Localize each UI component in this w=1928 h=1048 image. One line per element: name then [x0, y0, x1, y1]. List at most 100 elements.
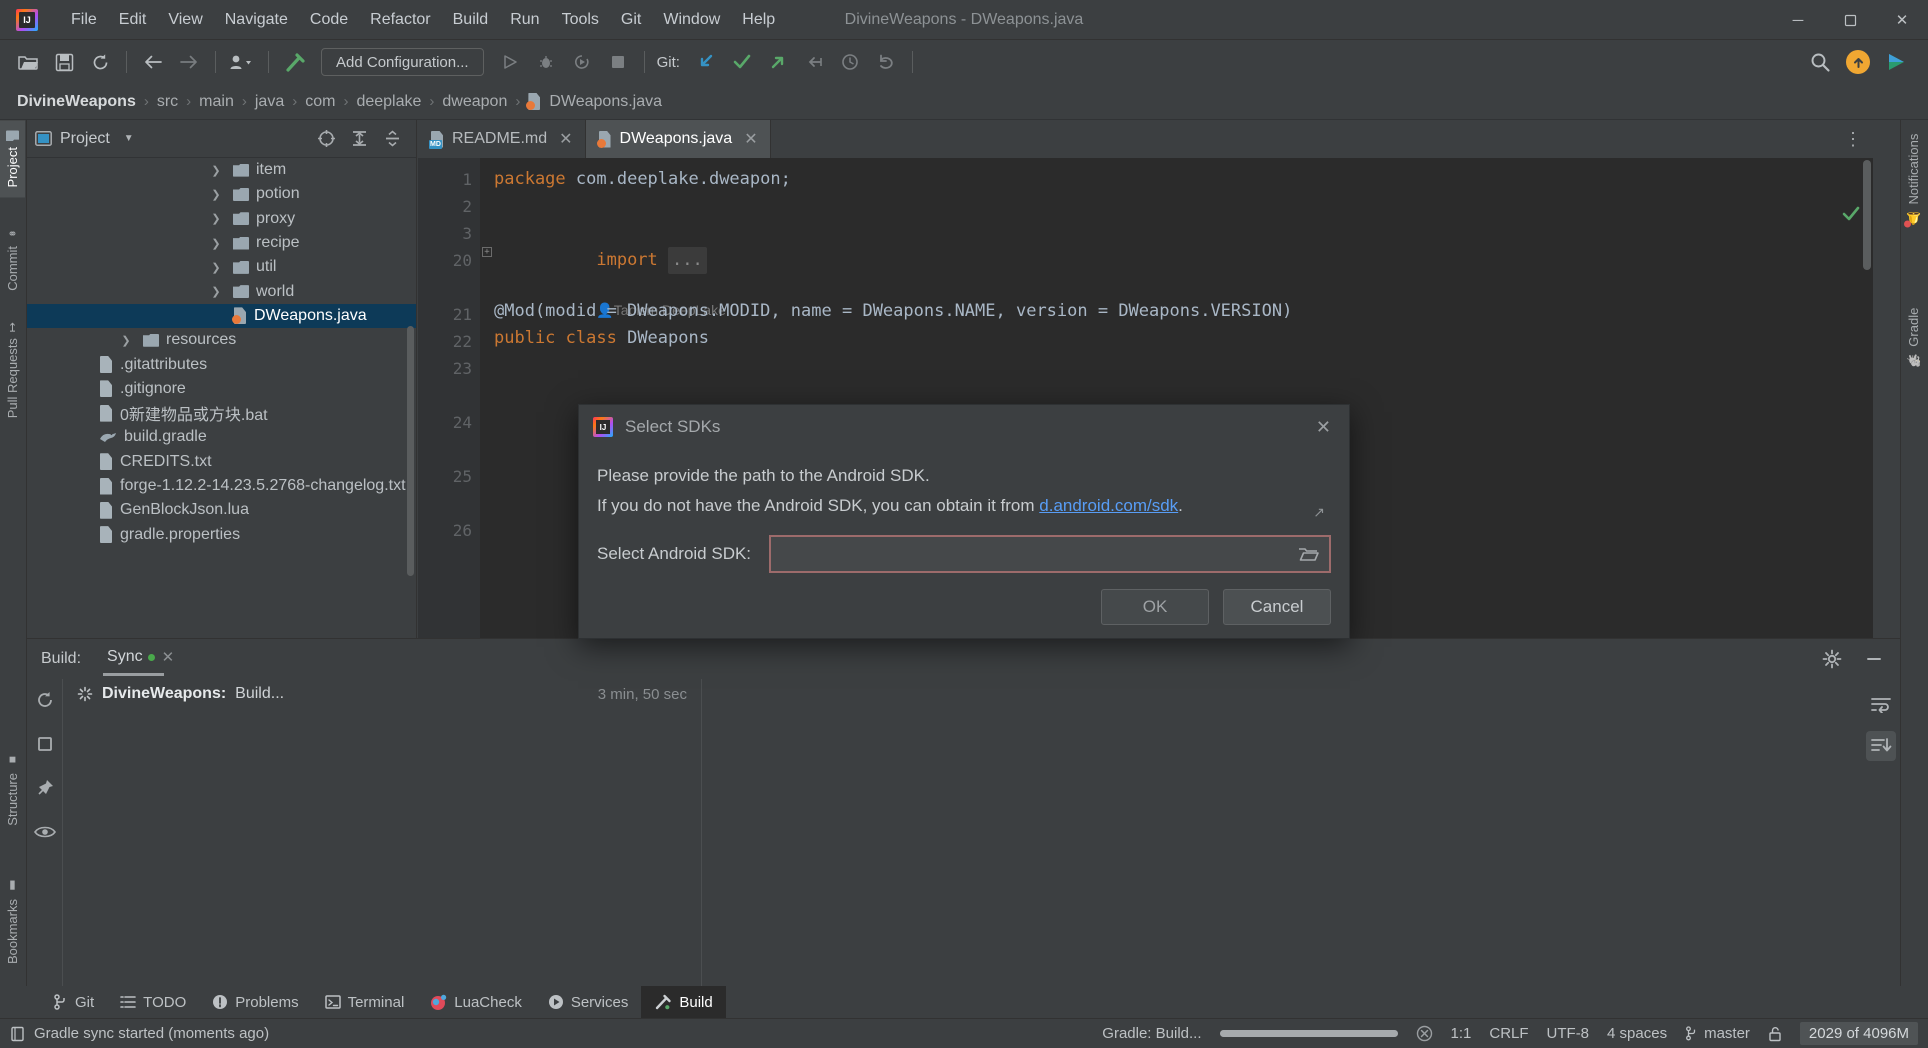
menu-refactor[interactable]: Refactor [359, 6, 441, 34]
chevron-right-icon[interactable]: ❯ [119, 334, 133, 347]
memory-indicator[interactable]: 2029 of 4096M [1799, 1022, 1918, 1045]
build-hammer-icon[interactable] [279, 46, 311, 78]
tree-item-item[interactable]: ❯ item [27, 158, 416, 182]
build-events-tree[interactable]: DivineWeapons: Build... 3 min, 50 sec [62, 679, 702, 986]
git-rollback-icon[interactable] [870, 46, 902, 78]
chevron-right-icon[interactable]: ❯ [209, 237, 223, 250]
cancel-task-icon[interactable] [1416, 1025, 1433, 1042]
close-icon[interactable]: ✕ [162, 648, 175, 666]
dialog-close-icon[interactable]: ✕ [1312, 417, 1335, 438]
select-opened-file-icon[interactable] [317, 129, 336, 148]
unlocked-icon[interactable] [1768, 1026, 1782, 1042]
more-options-icon[interactable]: ⋮ [1844, 129, 1863, 150]
project-tree-scrollbar[interactable] [407, 326, 414, 576]
tab-git[interactable]: Git [40, 986, 107, 1018]
line-separator[interactable]: CRLF [1489, 1025, 1528, 1042]
tree-item-potion[interactable]: ❯ potion [27, 182, 416, 206]
menu-help[interactable]: Help [731, 6, 786, 34]
menu-git[interactable]: Git [610, 6, 652, 34]
stop-icon[interactable] [32, 731, 58, 757]
ok-button[interactable]: OK [1101, 589, 1209, 625]
status-message-icon[interactable] [10, 1026, 25, 1042]
open-folder-icon[interactable] [12, 46, 44, 78]
run-configuration-selector[interactable]: Add Configuration... [321, 48, 484, 76]
menu-code[interactable]: Code [299, 6, 359, 34]
breadcrumb-item-dweapon[interactable]: dweapon [439, 93, 510, 111]
menu-navigate[interactable]: Navigate [214, 6, 299, 34]
collapse-all-icon[interactable] [383, 129, 402, 148]
project-file-tree[interactable]: ❯ item ❯ potion ❯ proxy ❯ recipe ❯ util … [27, 158, 416, 638]
git-merge-icon[interactable] [798, 46, 830, 78]
sidebar-item-pull-requests[interactable]: Pull Requests ↦ [0, 312, 25, 428]
debug-icon[interactable] [530, 46, 562, 78]
sidebar-item-gradle[interactable]: 🐘 Gradle [1901, 298, 1926, 378]
tree-item-recipe[interactable]: ❯ recipe [27, 231, 416, 255]
tree-item-bat[interactable]: 0新建物品或方块.bat [27, 401, 416, 425]
breadcrumb-item-main[interactable]: main [196, 93, 237, 111]
git-history-icon[interactable] [834, 46, 866, 78]
chevron-right-icon[interactable]: ❯ [209, 261, 223, 274]
tab-dweapons-java[interactable]: DWeapons.java ✕ [585, 120, 771, 158]
android-sdk-link[interactable]: d.android.com/sdk [1039, 496, 1178, 515]
soft-wrap-icon[interactable] [1866, 689, 1896, 719]
eye-icon[interactable] [32, 819, 58, 845]
sync-icon[interactable] [84, 46, 116, 78]
menu-file[interactable]: File [60, 6, 108, 34]
inspection-ok-icon[interactable] [1841, 204, 1861, 224]
save-all-icon[interactable] [48, 46, 80, 78]
pin-icon[interactable] [32, 775, 58, 801]
stop-icon[interactable] [602, 46, 634, 78]
back-arrow-icon[interactable] [137, 46, 169, 78]
fold-toggle-icon[interactable]: + [482, 247, 492, 257]
close-button[interactable]: ✕ [1876, 0, 1928, 40]
breadcrumb-item-java[interactable]: java [252, 93, 287, 111]
editor-gutter[interactable]: 1 2 3 20 21 22 23 24 25 26 [418, 158, 480, 638]
close-icon[interactable]: ✕ [559, 129, 572, 149]
sidebar-item-structure[interactable]: Structure ■ [0, 743, 25, 836]
tree-item-gitattributes[interactable]: .gitattributes [27, 352, 416, 376]
maximize-button[interactable] [1824, 0, 1876, 40]
caret-position[interactable]: 1:1 [1451, 1025, 1472, 1042]
git-push-icon[interactable] [762, 46, 794, 78]
menu-build[interactable]: Build [442, 6, 500, 34]
expand-all-icon[interactable] [350, 129, 369, 148]
breadcrumb-item-com[interactable]: com [302, 93, 338, 111]
breadcrumb-item-deeplake[interactable]: deeplake [353, 93, 424, 111]
menu-edit[interactable]: Edit [108, 6, 158, 34]
profile-dropdown-icon[interactable] [226, 46, 258, 78]
sidebar-item-project[interactable]: Project [0, 120, 25, 198]
sidebar-item-notifications[interactable]: 🔔 Notifications [1901, 124, 1926, 235]
run-icon[interactable] [494, 46, 526, 78]
breadcrumb-item-src[interactable]: src [154, 93, 181, 111]
git-branch-widget[interactable]: master [1685, 1025, 1750, 1042]
tree-item-world[interactable]: ❯ world [27, 279, 416, 303]
chevron-right-icon[interactable]: ❯ [209, 212, 223, 225]
background-task-label[interactable]: Gradle: Build... [1102, 1025, 1201, 1042]
tab-readme-md[interactable]: README.md ✕ [418, 120, 586, 158]
chevron-down-icon[interactable]: ▼ [124, 133, 134, 144]
tree-item-forge-changelog[interactable]: forge-1.12.2-14.23.5.2768-changelog.txt [27, 474, 416, 498]
menu-run[interactable]: Run [499, 6, 550, 34]
build-console-output[interactable] [702, 679, 1862, 986]
folded-imports[interactable]: ... [668, 247, 707, 274]
tree-item-util[interactable]: ❯ util [27, 255, 416, 279]
git-commit-icon[interactable] [726, 46, 758, 78]
gear-icon[interactable] [1822, 649, 1842, 669]
tree-item-genblockjson[interactable]: GenBlockJson.lua [27, 498, 416, 522]
file-encoding[interactable]: UTF-8 [1547, 1025, 1590, 1042]
tab-luacheck[interactable]: LuaCheck [417, 986, 535, 1018]
scroll-to-end-icon[interactable] [1866, 731, 1896, 761]
tree-item-gitignore[interactable]: .gitignore [27, 377, 416, 401]
tree-item-proxy[interactable]: ❯ proxy [27, 207, 416, 231]
tab-build[interactable]: Build [641, 986, 726, 1018]
tree-item-dweapons-java[interactable]: DWeapons.java [27, 303, 416, 329]
sidebar-item-commit[interactable]: Commit ⚭ [0, 216, 25, 301]
build-tab-sync[interactable]: Sync ✕ [103, 642, 178, 676]
git-update-icon[interactable] [690, 46, 722, 78]
forward-arrow-icon[interactable] [173, 46, 205, 78]
menu-tools[interactable]: Tools [551, 6, 610, 34]
tab-services[interactable]: Services [535, 986, 642, 1018]
rerun-icon[interactable] [32, 687, 58, 713]
ide-assistant-icon[interactable] [1880, 46, 1912, 78]
editor-scrollbar[interactable] [1863, 160, 1871, 270]
